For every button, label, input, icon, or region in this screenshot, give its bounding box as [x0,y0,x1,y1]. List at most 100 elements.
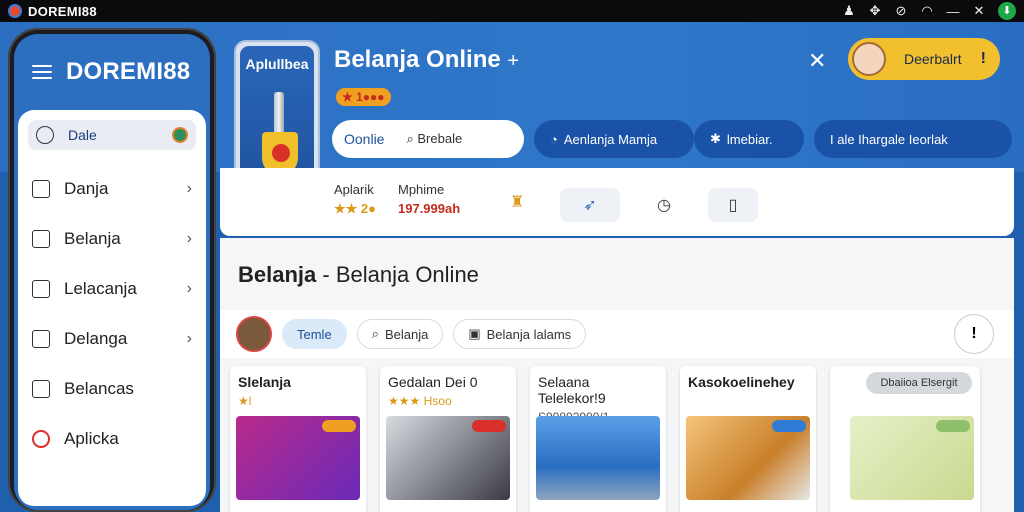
phone-frame: DOREMI88 Dale Danja › Belanja › Lelacanj… [8,28,216,512]
os-title-bar: DOREMI88 ♟ ✥ ⊘ ◠ — ✕ ⬇ [0,0,1024,22]
tab-brebale-label: Brebale [417,131,463,146]
action-button-1-label: Aenlanja Mamja [563,131,658,147]
profile-label: Deerbalrt [904,51,962,67]
phone-menu-label: Lelacanja [64,279,137,298]
chip-belanja-lalams[interactable]: ▣ Belanja lalams [453,319,587,349]
chevron-right-icon: › [186,330,192,347]
profile-badge-icon [172,127,188,143]
product-card[interactable]: Selaana Telelekor!9 S99802900/1 [530,366,666,512]
plus-icon[interactable]: + [507,50,519,72]
product-tag [772,420,806,432]
tag-icon [32,380,50,398]
share-button[interactable]: ➶ [560,188,620,222]
status-indicator-icon[interactable]: ⬇ [998,2,1016,20]
main-content: Belanja - Belanja Online Temle ⌕ Belanja … [220,238,1014,512]
avatar [852,42,886,76]
action-button-3[interactable]: I ale Ihargale Ieorlak [814,120,1012,158]
share-icon: ➶ [583,197,597,214]
phone-menu-item-dale[interactable]: Dale [28,120,196,150]
phone-menu-item-belancas[interactable]: Belancas [18,364,206,414]
profile-button[interactable]: Deerbalrt ! [848,38,1000,80]
app-tile-label: Aplullbea [245,56,309,72]
card-title: Gedalan Dei 0 [388,374,478,390]
stat-mphime: Mphime 197.999ah [398,182,460,216]
product-tag [322,420,356,432]
product-card[interactable]: Gedalan Dei 0 ★★★ Hsoo [380,366,516,512]
phone-brand: DOREMI88 [66,58,191,85]
rating-badge: ★ 1●●● [336,88,391,106]
stat-label: Mphime [398,182,445,197]
product-image [536,416,660,500]
page-title: Belanja - Belanja Online [238,262,479,288]
action-button-2-label: lmebiar. [726,131,773,147]
book-icon [32,280,50,298]
card-subtitle: ★l [238,394,252,408]
phone-menu: Dale Danja › Belanja › Lelacanja › Delan… [18,110,206,506]
info-circle-button[interactable]: ◷ [642,188,686,222]
settings-icon: ✱ [710,131,721,146]
bookmark-icon: ▯ [728,197,738,214]
card-subtitle: ★★★ Hsoo [388,394,452,408]
document-icon [32,330,50,348]
action-button-2[interactable]: ✱ lmebiar. [694,120,804,158]
card-title: Slelanja [238,374,291,390]
product-tag [936,420,970,432]
search-icon: ⌕ [371,326,379,341]
os-title: DOREMI88 [28,3,97,19]
phone-menu-label: Dale [68,127,97,143]
chip-label: Belanja [384,326,429,342]
phone-menu-item-delanga[interactable]: Delanga › [18,314,206,364]
product-card[interactable]: Dbaiioa Elsergit [830,366,980,512]
stat-aplarik: Aplarik ★★ 2● [334,182,376,217]
stats-strip: Aplarik ★★ 2● Mphime 197.999ah ♜ ➶ ◷ ▯ [220,168,1014,236]
filter-bar: Temle ⌕ Belanja ▣ Belanja lalams ! [220,310,1014,358]
stat-value: ★★ 2● [334,201,377,216]
phone-menu-label: Aplicka [64,429,119,448]
app-title-text: Belanja Online [334,46,501,73]
record-icon [32,430,50,448]
tray-settings-icon[interactable]: ⊘ [894,3,908,19]
tray-tools-icon[interactable]: ✥ [868,3,882,19]
tablet-icon [32,230,50,248]
menu-icon[interactable] [32,65,52,79]
phone-screen: DOREMI88 Dale Danja › Belanja › Lelacanj… [14,34,210,510]
tab-online[interactable]: Oonlie [344,131,384,147]
tab-brebale[interactable]: ⌕ Brebale [406,131,462,147]
phone-menu-label: Belanja [64,229,121,248]
play-icon [272,144,290,162]
chip-belanja[interactable]: ⌕ Belanja [356,319,444,349]
page-title-rest: - Belanja Online [316,262,479,287]
phone-header: DOREMI88 [14,34,210,110]
chevron-right-icon: › [186,230,192,247]
app-title: Belanja Online + [334,46,519,74]
chevron-right-icon: › [186,180,192,197]
header-actions: Oonlie ⌕ Brebale ◔ Aenlanja Mamja ✱ lmeb… [332,120,1012,158]
chart-icon [32,180,50,198]
card-pill[interactable]: Dbaiioa Elsergit [866,372,972,394]
phone-menu-item-belanja[interactable]: Belanja › [18,214,206,264]
close-window-icon[interactable]: ✕ [972,3,986,19]
chip-label: Belanja lalams [486,326,572,342]
clock-icon: ◷ [657,197,671,214]
action-button-1[interactable]: ◔ Aenlanja Mamja [534,120,694,158]
phone-menu-item-aplicka[interactable]: Aplicka [18,414,206,464]
close-icon[interactable]: ✕ [808,48,826,74]
product-tag [472,420,506,432]
bookmark-button[interactable]: ▯ [708,188,758,222]
chip-temle[interactable]: Temle [282,319,347,349]
tray-user-icon[interactable]: ♟ [842,3,856,19]
product-cards: Slelanja ★l Gedalan Dei 0 ★★★ Hsoo Selaa… [230,366,980,512]
info-button[interactable]: ! [954,314,994,354]
minimize-icon[interactable]: — [946,4,960,19]
phone-menu-item-lelacanja[interactable]: Lelacanja › [18,264,206,314]
phone-menu-label: Danja [64,179,109,198]
tray-wifi-icon[interactable]: ◠ [920,3,934,19]
phone-menu-item-danja[interactable]: Danja › [18,164,206,214]
app-logo-icon [8,4,22,18]
product-card[interactable]: Slelanja ★l [230,366,366,512]
action-button-3-label: I ale Ihargale Ieorlak [830,131,948,147]
phone-menu-label: Belancas [64,379,134,398]
product-card[interactable]: Kasokoelinehey [680,366,816,512]
stat-value: 197.999ah [398,201,461,216]
store-avatar[interactable] [236,316,272,352]
